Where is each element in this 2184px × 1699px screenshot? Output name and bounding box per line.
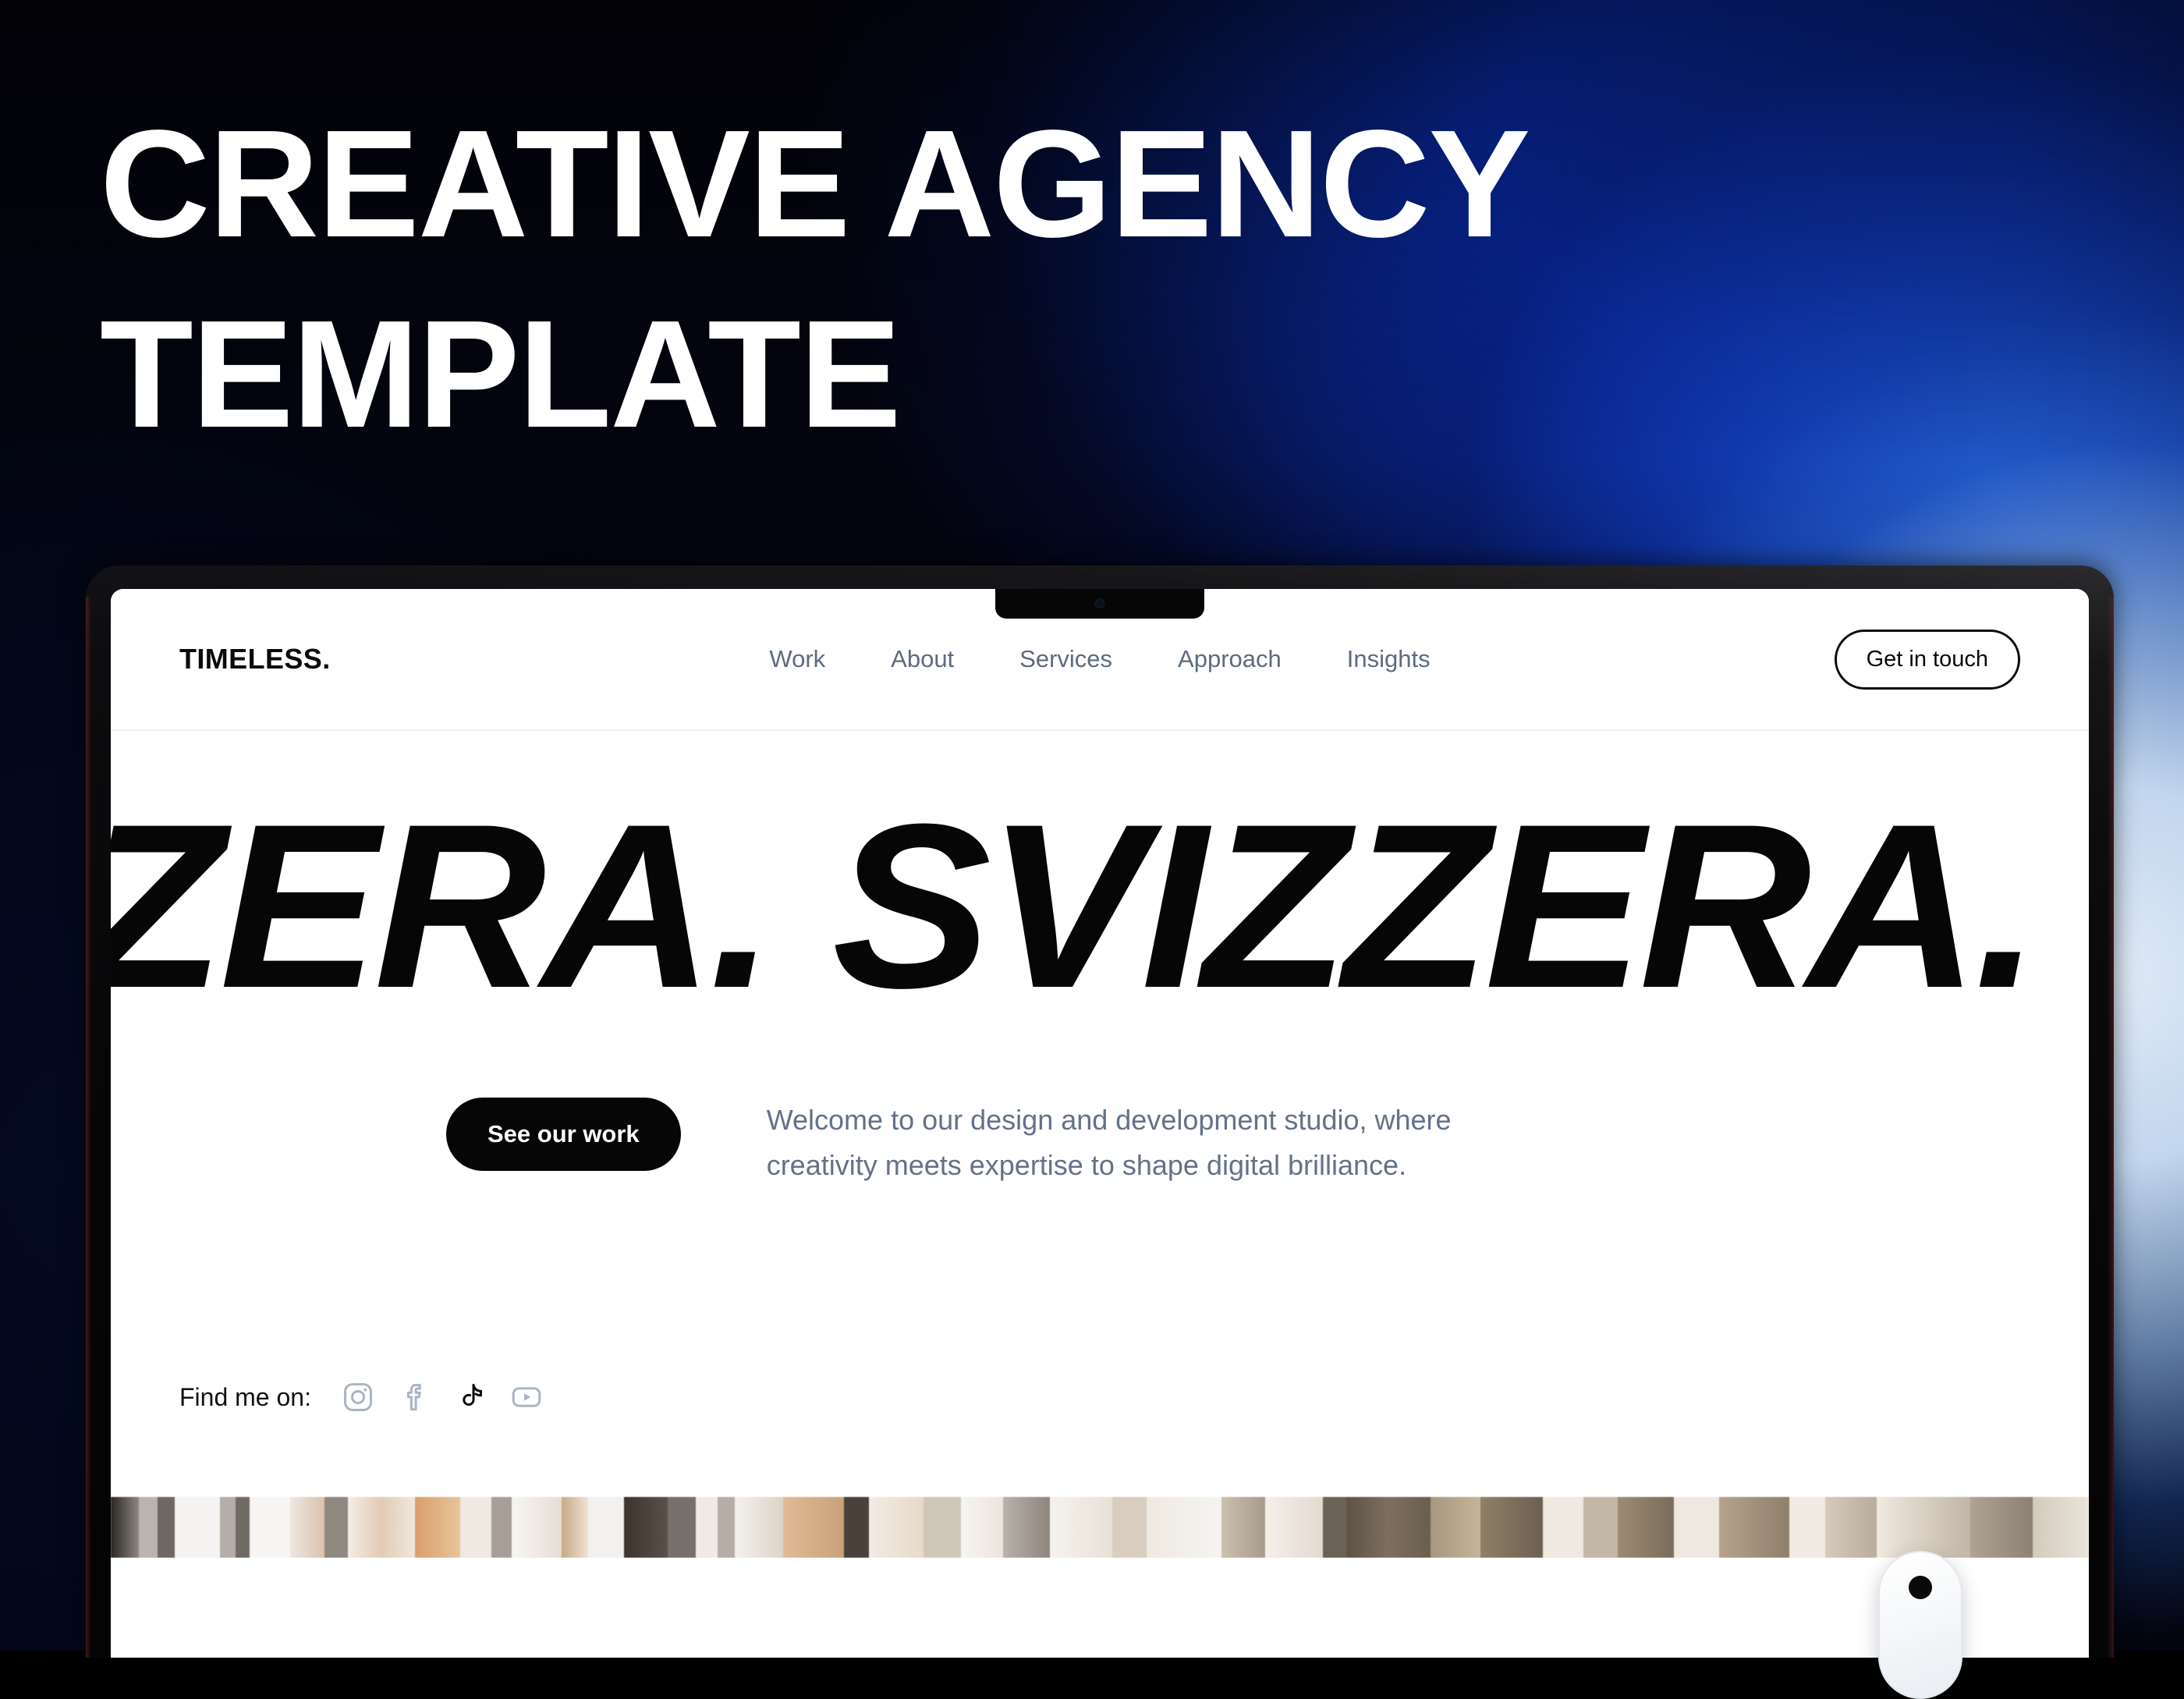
- laptop-notch: [995, 589, 1204, 619]
- find-me-on-label: Find me on:: [179, 1382, 311, 1411]
- nav-item-services[interactable]: Services: [1019, 645, 1112, 673]
- primary-navigation: Work About Services Approach Insights: [769, 645, 1430, 673]
- marquee-container: IZZERA. SVIZZERA. SVIZZERA.: [111, 801, 2089, 1059]
- hero-photo-strip: [111, 1497, 2089, 1558]
- tiktok-icon[interactable]: [453, 1380, 488, 1414]
- hero-section: IZZERA. SVIZZERA. SVIZZERA. See our work…: [111, 731, 2089, 1558]
- nav-item-about[interactable]: About: [891, 645, 954, 673]
- social-links-row: Find me on:: [179, 1380, 544, 1414]
- youtube-icon[interactable]: [509, 1380, 544, 1414]
- laptop-edge-left: [86, 597, 91, 1658]
- facebook-icon[interactable]: [397, 1380, 431, 1414]
- nav-item-work[interactable]: Work: [769, 645, 825, 673]
- laptop-screen: TIMELESS. Work About Services Approach I…: [111, 589, 2089, 1658]
- nav-item-insights[interactable]: Insights: [1347, 645, 1431, 673]
- see-our-work-button[interactable]: See our work: [446, 1098, 681, 1171]
- nav-item-approach[interactable]: Approach: [1178, 645, 1282, 673]
- marquee-text: IZZERA. SVIZZERA. SVIZZERA.: [111, 801, 2089, 1037]
- mouse-sensor-dot: [1909, 1576, 1932, 1599]
- laptop-mockup: TIMELESS. Work About Services Approach I…: [86, 566, 2114, 1658]
- poster-headline: CREATIVE AGENCY TEMPLATE: [100, 108, 1738, 451]
- hero-paragraph: Welcome to our design and development st…: [766, 1104, 1452, 1182]
- instagram-icon[interactable]: [341, 1380, 375, 1414]
- brand-logo[interactable]: TIMELESS.: [179, 643, 331, 676]
- get-in-touch-button[interactable]: Get in touch: [1834, 629, 2020, 690]
- webcam-icon: [1094, 598, 1105, 608]
- hero-content-row: See our work Welcome to our design and d…: [111, 1098, 2089, 1189]
- laptop-edge-right: [2108, 597, 2114, 1658]
- headline-line-1: CREATIVE AGENCY: [100, 98, 1530, 269]
- headline-line-2: TEMPLATE: [100, 289, 902, 459]
- magic-mouse[interactable]: [1878, 1551, 1962, 1699]
